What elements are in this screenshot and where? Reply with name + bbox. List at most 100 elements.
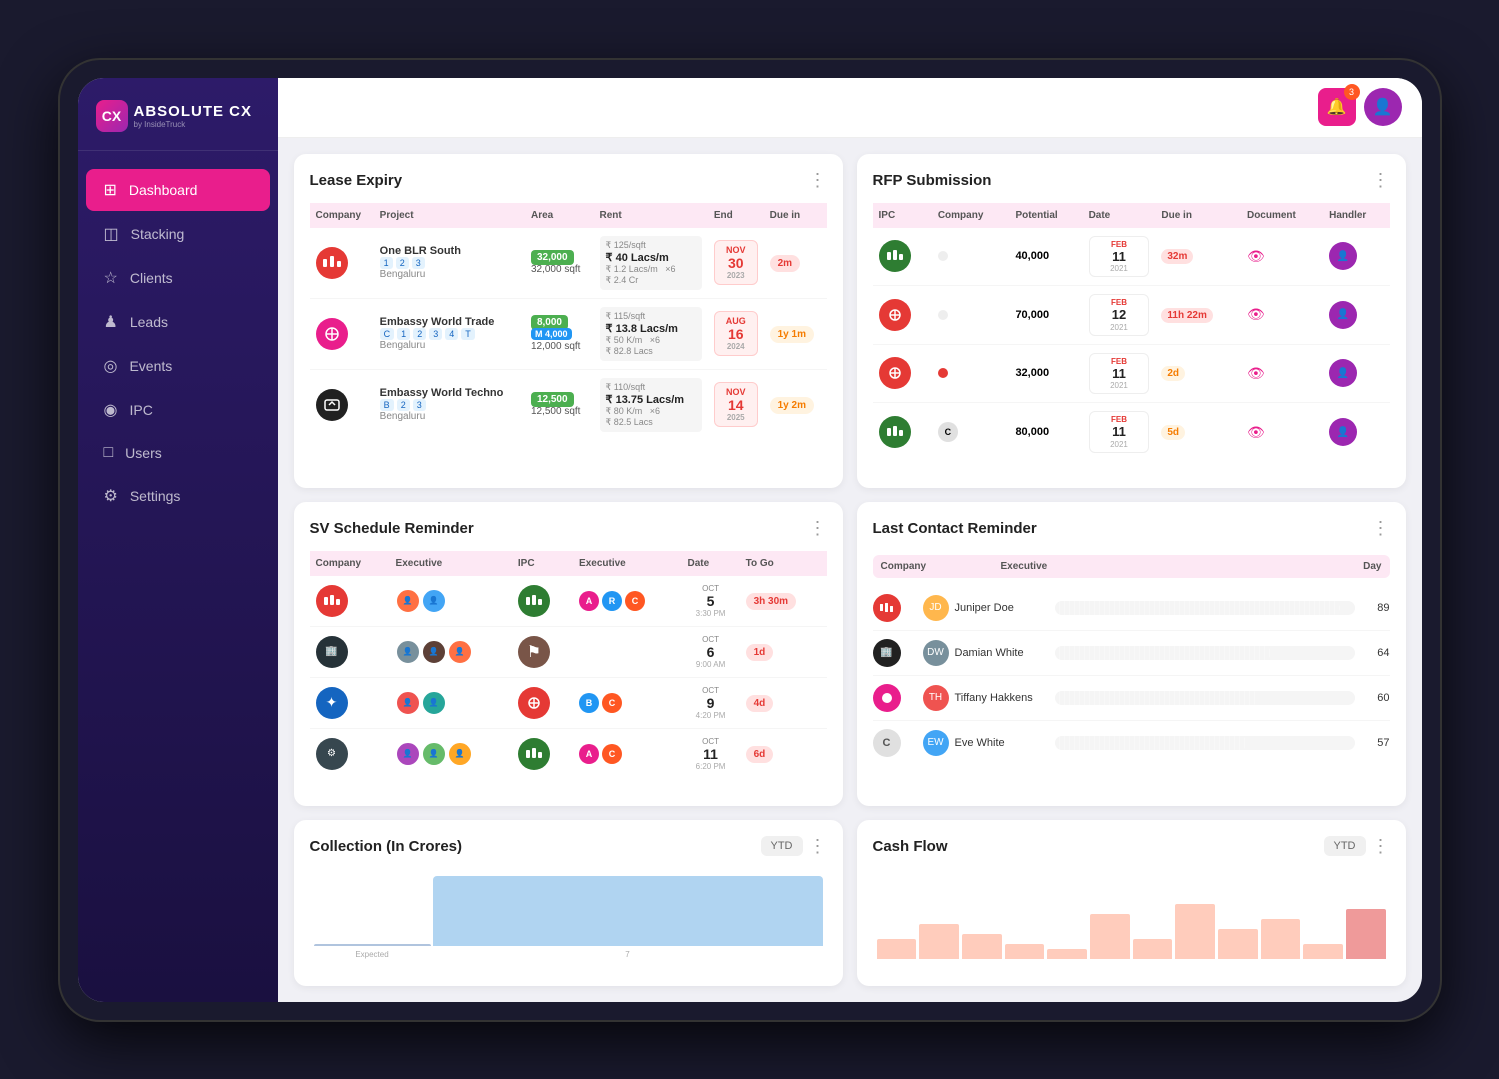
sv-menu[interactable]: ⋮ [809,518,827,539]
notification-button[interactable]: 🔔 3 [1318,88,1356,126]
rfp-th-document: Document [1241,203,1323,228]
sidebar-label-users: Users [125,445,162,461]
main-content: 🔔 3 👤 Lease Expiry ⋮ [278,78,1422,1002]
sidebar-label-stacking: Stacking [131,226,185,242]
collection-chart: Expected 7 [310,869,827,959]
lease-company-1 [310,228,374,299]
rfp-menu[interactable]: ⋮ [1372,170,1390,191]
user-avatar[interactable]: 👤 [1364,88,1402,126]
lease-project-1: One BLR South 1 2 3 Bengaluru [374,228,525,299]
cash-flow-chart [873,869,1390,959]
last-contact-table-header: Company Executive Day [873,551,1390,586]
rfp-company-1 [932,228,1010,286]
rfp-due-2: 11h 22m [1155,286,1241,345]
sidebar: CX ABSOLUTE CX by InsideTruck ⊞ Dashboar… [78,78,278,1002]
sv-ipc-4 [512,728,573,779]
collection-menu[interactable]: ⋮ [809,836,827,857]
sidebar-nav: ⊞ Dashboard ◫ Stacking ☆ Clients ♟ Leads… [78,151,278,1002]
contact-bar-4 [1055,736,1355,750]
logo-icon: CX [96,100,128,132]
rfp-ipc-1 [873,228,932,286]
sidebar-label-dashboard: Dashboard [129,182,198,198]
th-duein: Due in [764,203,827,228]
sv-ipc-3 [512,677,573,728]
lease-expiry-header: Lease Expiry ⋮ [310,170,827,191]
cash-flow-header: Cash Flow YTD ⋮ [873,836,1390,857]
sv-date-3: OCT 9 4:20 PM [682,677,740,728]
lease-project-2: Embassy World Trade C 1 2 3 4 T [374,298,525,369]
device-screen: CX ABSOLUTE CX by InsideTruck ⊞ Dashboar… [78,78,1422,1002]
sv-ipc-2: ⚑ [512,626,573,677]
rfp-title: RFP Submission [873,172,992,189]
th-area: Area [525,203,594,228]
sv-th-exec2: Executive [573,551,681,576]
leads-icon: ♟ [104,312,118,332]
table-row: 🏢 👤 👤 👤 ⚑ [310,626,827,677]
lease-end-1: NOV 30 2023 [708,228,764,299]
lease-expiry-menu[interactable]: ⋮ [809,170,827,191]
sidebar-item-users[interactable]: □ Users [86,433,270,473]
contact-name-4: Eve White [955,737,1045,749]
rfp-potential-3: 32,000 [1009,344,1082,403]
lease-due-2: 1y 1m [764,298,827,369]
rfp-due-4: 5d [1155,403,1241,461]
lease-due-3: 1y 2m [764,369,827,440]
sv-th-togo: To Go [740,551,827,576]
lease-rent-3: ₹ 110/sqft ₹ 13.75 Lacs/m ₹ 80 K/m ×6 ₹ … [594,369,708,440]
stacking-icon: ◫ [104,224,119,244]
contact-days-4: 57 [1365,737,1390,749]
sv-th-executive: Executive [390,551,512,576]
collection-ytd-button[interactable]: YTD [761,836,803,856]
dashboard-body: Lease Expiry ⋮ Company Project Area Rent… [278,138,1422,1002]
contact-days-3: 60 [1365,692,1390,704]
sidebar-label-settings: Settings [130,488,181,504]
sv-company-3: ✦ [310,677,390,728]
sidebar-item-dashboard[interactable]: ⊞ Dashboard [86,169,270,211]
dashboard-icon: ⊞ [104,180,117,200]
rfp-company-2 [932,286,1010,345]
lease-expiry-title: Lease Expiry [310,172,403,189]
sv-th-company: Company [310,551,390,576]
rfp-handler-4: 👤 [1323,403,1389,461]
contact-bar-2 [1055,646,1355,660]
users-icon: □ [104,444,114,462]
contact-name-2: Damian White [955,647,1045,659]
lease-rent-2: ₹ 115/sqft ₹ 13.8 Lacs/m ₹ 50 K/m ×6 ₹ 8… [594,298,708,369]
sidebar-item-ipc[interactable]: ◉ IPC [86,389,270,431]
rfp-date-4: FEB 11 2021 [1083,403,1156,461]
sv-exec-4: 👤 👤 👤 [390,728,512,779]
sidebar-item-stacking[interactable]: ◫ Stacking [86,213,270,255]
cash-flow-ytd-button[interactable]: YTD [1324,836,1366,856]
rfp-header: RFP Submission ⋮ [873,170,1390,191]
clients-icon: ☆ [104,268,118,288]
rfp-table: IPC Company Potential Date Due in Docume… [873,203,1390,461]
cash-flow-menu[interactable]: ⋮ [1372,836,1390,857]
contact-bar-1 [1055,601,1355,615]
rfp-date-2: FEB 12 2021 [1083,286,1156,345]
sv-exec-3: 👤 👤 [390,677,512,728]
lease-area-1: 32,000 32,000 sqft [525,228,594,299]
lease-company-3 [310,369,374,440]
table-row: ✦ 👤 👤 [310,677,827,728]
th-company: Company [310,203,374,228]
sidebar-item-clients[interactable]: ☆ Clients [86,257,270,299]
sv-ipc-1 [512,576,573,627]
contact-name-3: Tiffany Hakkens [955,692,1045,704]
lease-expiry-table: Company Project Area Rent End Due in [310,203,827,440]
table-row: C 80,000 FEB 11 2021 5d [873,403,1390,461]
sidebar-item-events[interactable]: ◎ Events [86,345,270,387]
last-contact-title: Last Contact Reminder [873,520,1037,537]
table-row: 👤 👤 [310,576,827,627]
collection-card: Collection (In Crores) YTD ⋮ Expected [294,820,843,986]
sv-company-2: 🏢 [310,626,390,677]
last-contact-menu[interactable]: ⋮ [1372,518,1390,539]
sv-execbadge-4: A C [573,728,681,779]
lease-company-2 [310,298,374,369]
table-row: ⚙ 👤 👤 👤 [310,728,827,779]
sv-togo-4: 6d [740,728,827,779]
top-bar-actions: 🔔 3 👤 [1318,88,1402,126]
sidebar-item-settings[interactable]: ⚙ Settings [86,475,270,517]
sv-date-4: OCT 11 6:20 PM [682,728,740,779]
contact-row-2: 🏢 DW Damian White 64 [873,631,1390,676]
sidebar-item-leads[interactable]: ♟ Leads [86,301,270,343]
